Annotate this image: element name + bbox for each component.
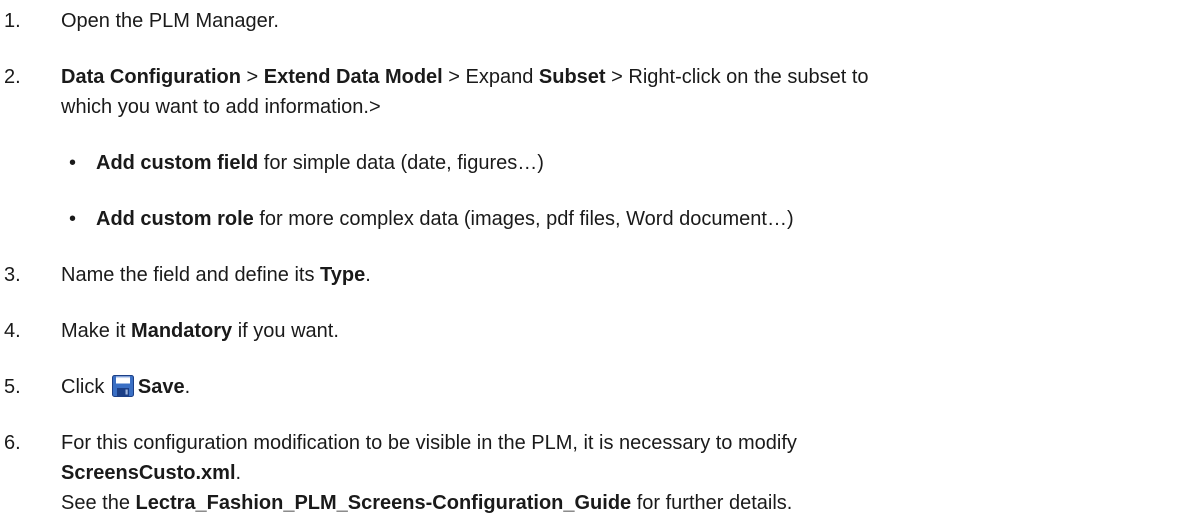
text: . [235, 462, 242, 484]
guide-reference: Lectra_Fashion_PLM_Screens-Configuration… [135, 492, 632, 514]
option-description: for more complex data (images, pdf files… [253, 208, 794, 230]
save-label: Save [137, 376, 185, 398]
step-text: Data Configuration > Extend Data Model >… [61, 62, 1161, 122]
step-text: Click Save. [61, 372, 1161, 402]
option-name: Add custom role [96, 208, 254, 230]
step-line: See the Lectra_Fashion_PLM_Screens-Confi… [61, 488, 1161, 518]
separator: > Expand [442, 66, 539, 88]
text: . [184, 376, 191, 398]
step-number: 6. [4, 432, 21, 454]
instruction-text: > Right-click on the subset to [605, 66, 869, 88]
menu-path-subset: Subset [538, 66, 606, 88]
step-text: For this configuration modification to b… [61, 428, 1161, 518]
mandatory-label: Mandatory [131, 320, 233, 342]
step-number: 4. [4, 320, 21, 342]
step-number: 2. [4, 66, 21, 88]
menu-path-data-configuration: Data Configuration [61, 66, 241, 88]
option-name: Add custom field [96, 152, 259, 174]
step-line: Data Configuration > Extend Data Model >… [61, 62, 1161, 92]
bullet-text: Add custom field for simple data (date, … [96, 148, 544, 178]
step-text: Make it Mandatory if you want. [61, 316, 1161, 346]
step-line: For this configuration modification to b… [61, 432, 797, 454]
bullet-icon: • [69, 152, 77, 174]
text: Make it [61, 320, 132, 342]
step-number: 1. [4, 10, 21, 32]
step-text: Open the PLM Manager. [61, 10, 279, 32]
option-description: for simple data (date, figures…) [258, 152, 544, 174]
step-line: which you want to add information.> [61, 96, 381, 118]
text: for further details. [631, 492, 793, 514]
step-text: Name the field and define its Type. [61, 260, 1161, 290]
separator: > [241, 66, 264, 88]
text: . [365, 264, 371, 286]
floppy-save-icon [111, 375, 134, 397]
text: Name the field and define its [61, 264, 321, 286]
text: if you want. [232, 320, 339, 342]
bullet-text: Add custom role for more complex data (i… [96, 204, 794, 234]
field-type-label: Type [320, 264, 366, 286]
text: Click [61, 376, 110, 398]
document-page: 1. Open the PLM Manager. 2. Data Configu… [0, 0, 1186, 527]
config-file-name: ScreensCusto.xml [61, 462, 236, 484]
step-number: 3. [4, 264, 21, 286]
text: See the [61, 492, 136, 514]
step-number: 5. [4, 376, 21, 398]
menu-path-extend-data-model: Extend Data Model [263, 66, 443, 88]
bullet-icon: • [69, 208, 77, 230]
step-line: ScreensCusto.xml. [61, 458, 1161, 488]
